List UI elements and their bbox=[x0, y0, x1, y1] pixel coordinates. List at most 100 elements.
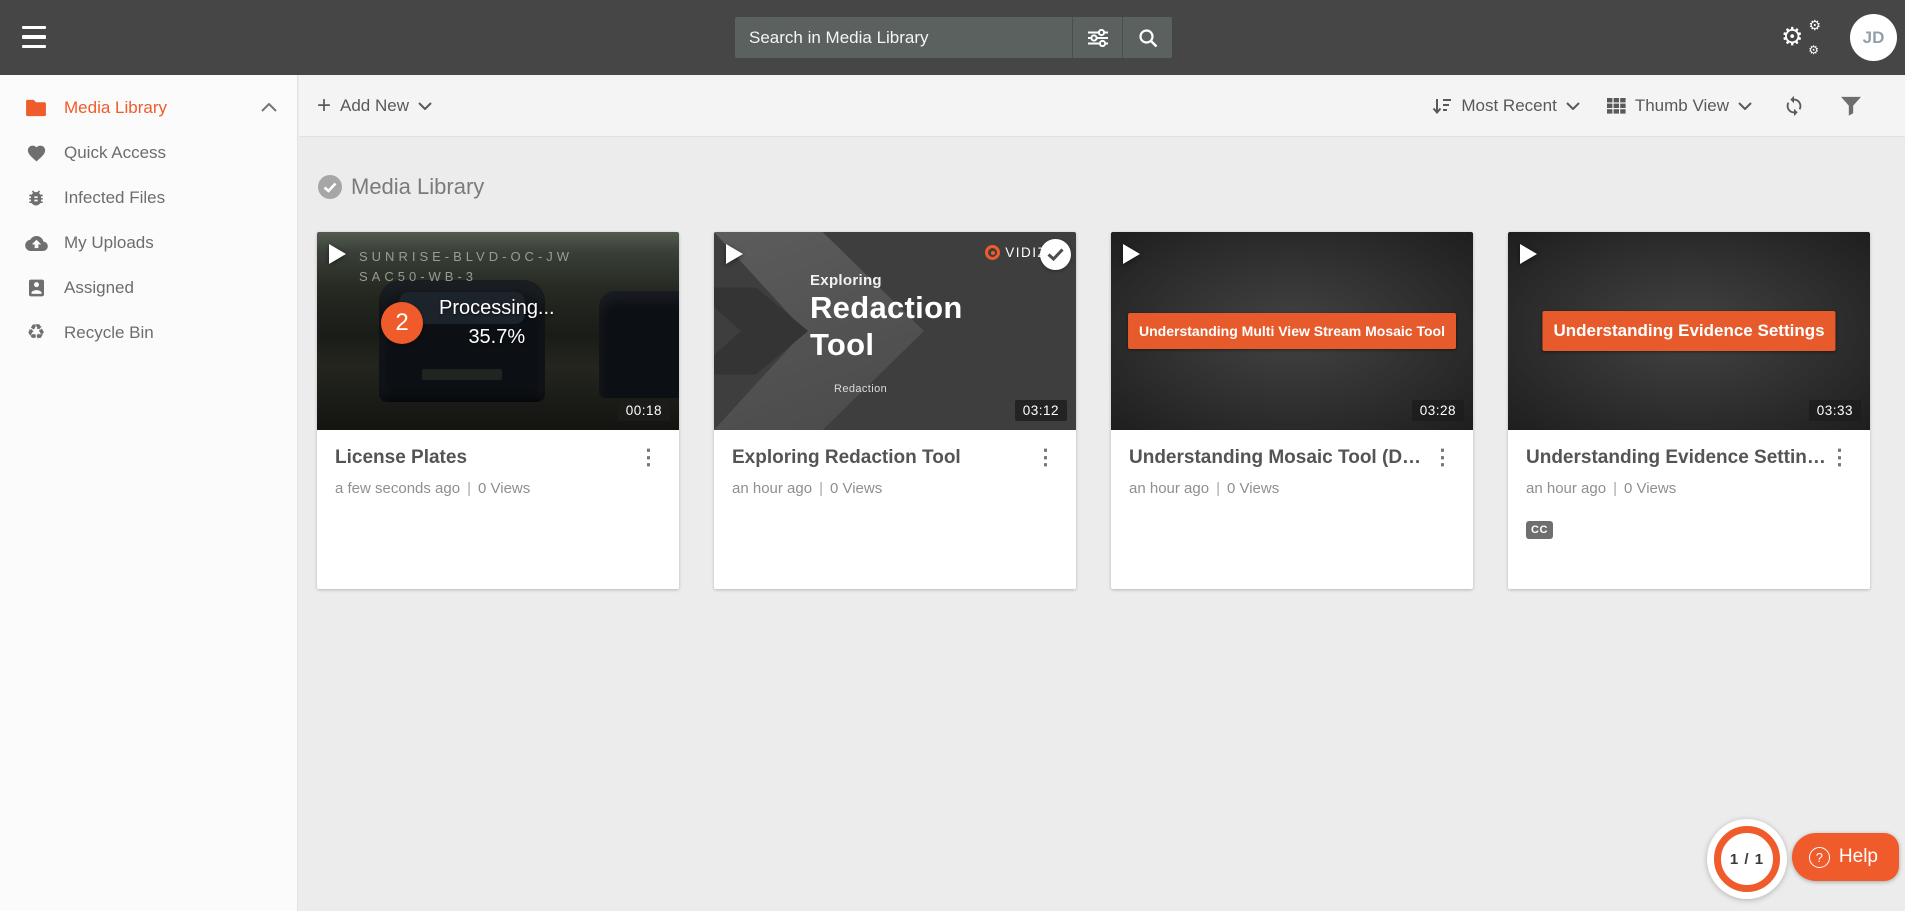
sort-label: Most Recent bbox=[1461, 95, 1557, 115]
recycle-icon: ♻ bbox=[26, 321, 46, 344]
sidebar-item-quick-access[interactable]: Quick Access bbox=[0, 130, 297, 175]
chevron-down-icon bbox=[418, 101, 432, 110]
gear-icon: ⚙ bbox=[1808, 42, 1819, 57]
content-area: Media Library SUNRISE-BLVD-OC-JW SAC50-W… bbox=[299, 138, 1905, 911]
question-icon: ? bbox=[1808, 846, 1830, 868]
card-title[interactable]: Understanding Mosaic Tool (D… bbox=[1129, 447, 1421, 469]
thumbnail-caption: SUNRISE-BLVD-OC-JW SAC50-WB-3 bbox=[359, 249, 574, 284]
sidebar-item-label: Infected Files bbox=[64, 187, 166, 207]
heart-icon bbox=[23, 143, 49, 162]
play-icon bbox=[726, 244, 743, 264]
media-grid: SUNRISE-BLVD-OC-JW SAC50-WB-3 2 Processi… bbox=[317, 232, 1905, 589]
card-info: License Plates ⋮ a few seconds ago | 0 Vie… bbox=[317, 430, 679, 497]
sidebar-item-recycle-bin[interactable]: ♻ Recycle Bin bbox=[0, 310, 297, 355]
card-meta: an hour ago | 0 Views bbox=[732, 480, 883, 497]
processing-step-badge: 2 bbox=[381, 302, 423, 344]
refresh-icon bbox=[1786, 95, 1802, 116]
duration-badge: 03:28 bbox=[1411, 400, 1464, 421]
pagination-label: 1 / 1 bbox=[1729, 850, 1765, 868]
main-area: + Add New Most Recent Thumb View Media L… bbox=[299, 75, 1905, 911]
sidebar-item-label: Assigned bbox=[64, 277, 134, 297]
help-button[interactable]: ? Help bbox=[1791, 833, 1899, 881]
pagination-indicator[interactable]: 1 / 1 bbox=[1707, 819, 1787, 899]
kebab-menu-icon[interactable]: ⋮ bbox=[1033, 447, 1058, 468]
sidebar-item-assigned[interactable]: Assigned bbox=[0, 265, 297, 310]
logo-mark-icon bbox=[985, 245, 1001, 260]
view-label: Thumb View bbox=[1634, 95, 1729, 115]
kebab-menu-icon[interactable]: ⋮ bbox=[636, 447, 661, 468]
video-thumbnail[interactable]: SUNRISE-BLVD-OC-JW SAC50-WB-3 2 Processi… bbox=[317, 232, 679, 430]
processing-status: 2 Processing... 35.7% bbox=[381, 294, 555, 352]
toolbar: + Add New Most Recent Thumb View bbox=[299, 75, 1905, 137]
grid-view-icon bbox=[1606, 97, 1626, 114]
media-card: SUNRISE-BLVD-OC-JW SAC50-WB-3 2 Processi… bbox=[317, 232, 679, 589]
sort-icon bbox=[1433, 98, 1452, 114]
thumbnail-title-banner: Understanding Evidence Settings bbox=[1542, 311, 1836, 351]
processing-label: Processing... bbox=[439, 297, 555, 319]
topbar-actions: ⚙ ⚙ ⚙ JD bbox=[1781, 0, 1897, 75]
play-icon bbox=[1123, 244, 1140, 264]
play-icon bbox=[1520, 244, 1537, 264]
kebab-menu-icon[interactable]: ⋮ bbox=[1430, 447, 1455, 468]
card-title[interactable]: Exploring Redaction Tool bbox=[732, 447, 961, 469]
chevron-down-icon bbox=[1566, 101, 1580, 110]
gear-icon: ⚙ bbox=[1781, 22, 1804, 51]
sidebar-item-label: Recycle Bin bbox=[64, 322, 154, 342]
sidebar: Media Library Quick Access Infected File… bbox=[0, 75, 298, 911]
chevron-up-icon[interactable] bbox=[261, 99, 277, 117]
slide-footer: Redaction bbox=[834, 383, 888, 395]
avatar-initials: JD bbox=[1862, 27, 1885, 47]
video-thumbnail[interactable]: Understanding Multi View Stream Mosaic T… bbox=[1111, 232, 1473, 430]
search-submit-button[interactable] bbox=[1123, 17, 1172, 58]
search-input[interactable] bbox=[735, 17, 1072, 58]
card-info: Understanding Evidence Settin… ⋮ an hour… bbox=[1508, 430, 1870, 539]
sidebar-item-media-library[interactable]: Media Library bbox=[0, 85, 297, 130]
topbar: ⚙ ⚙ ⚙ JD bbox=[0, 0, 1905, 75]
page-title: Media Library bbox=[351, 174, 485, 199]
avatar[interactable]: JD bbox=[1850, 14, 1897, 61]
card-meta: an hour ago | 0 Views bbox=[1526, 480, 1677, 497]
assignment-icon bbox=[23, 278, 49, 298]
card-meta: a few seconds ago | 0 Views bbox=[335, 480, 531, 497]
gear-icon: ⚙ bbox=[1808, 16, 1821, 33]
search-filters-button[interactable] bbox=[1073, 17, 1122, 58]
help-label: Help bbox=[1838, 846, 1878, 867]
duration-badge: 03:33 bbox=[1808, 400, 1861, 421]
cc-badge: CC bbox=[1526, 521, 1553, 539]
search-bar bbox=[735, 17, 1172, 58]
add-new-button[interactable]: + Add New bbox=[317, 91, 432, 119]
duration-badge: 00:18 bbox=[617, 400, 670, 421]
sidebar-item-my-uploads[interactable]: My Uploads bbox=[0, 220, 297, 265]
folder-icon bbox=[23, 99, 49, 117]
sidebar-item-infected-files[interactable]: Infected Files bbox=[0, 175, 297, 220]
card-title[interactable]: License Plates bbox=[335, 447, 467, 469]
thumbnail-art bbox=[599, 291, 679, 399]
card-title[interactable]: Understanding Evidence Settin… bbox=[1526, 447, 1826, 469]
selected-check-icon[interactable] bbox=[1040, 239, 1071, 270]
filter-button[interactable] bbox=[1836, 96, 1866, 116]
app-root: ⚙ ⚙ ⚙ JD Media Library Quick Access bbox=[0, 0, 1905, 911]
slide-text: Exploring Redaction Tool bbox=[810, 272, 963, 362]
processing-percent: 35.7% bbox=[468, 326, 526, 348]
check-circle-icon[interactable] bbox=[317, 174, 343, 200]
tune-icon bbox=[1087, 28, 1108, 47]
video-thumbnail[interactable]: Understanding Evidence Settings 03:33 bbox=[1508, 232, 1870, 430]
bug-icon bbox=[23, 188, 49, 208]
add-new-label: Add New bbox=[340, 95, 409, 115]
refresh-button[interactable] bbox=[1779, 95, 1809, 117]
cloud-upload-icon bbox=[23, 235, 49, 251]
media-card: VIDIZM Exploring Redaction Tool Redactio… bbox=[714, 232, 1076, 589]
video-thumbnail[interactable]: VIDIZM Exploring Redaction Tool Redactio… bbox=[714, 232, 1076, 430]
page-heading: Media Library bbox=[317, 174, 1905, 200]
media-card: Understanding Evidence Settings 03:33 Un… bbox=[1508, 232, 1870, 589]
menu-icon[interactable] bbox=[22, 26, 48, 48]
kebab-menu-icon[interactable]: ⋮ bbox=[1827, 447, 1852, 468]
view-dropdown[interactable]: Thumb View bbox=[1606, 95, 1752, 116]
admin-settings-button[interactable]: ⚙ ⚙ ⚙ bbox=[1781, 18, 1823, 58]
sidebar-item-label: Quick Access bbox=[64, 142, 167, 162]
play-icon bbox=[329, 244, 346, 264]
plus-icon: + bbox=[317, 91, 332, 119]
media-card: Understanding Multi View Stream Mosaic T… bbox=[1111, 232, 1473, 589]
sort-dropdown[interactable]: Most Recent bbox=[1432, 95, 1580, 116]
sidebar-item-label: Media Library bbox=[64, 97, 167, 117]
